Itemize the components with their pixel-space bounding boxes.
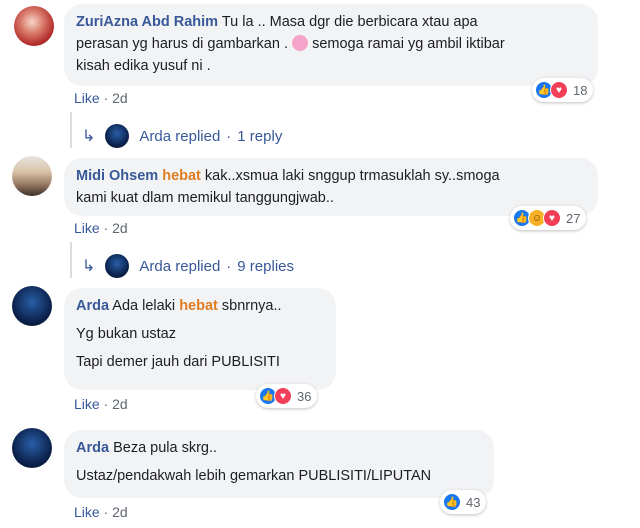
comment-text: kami kuat dlam memikul tanggungjwab..: [76, 190, 334, 206]
avatar[interactable]: [12, 286, 52, 326]
reply-count: 1 reply: [237, 127, 283, 145]
comment-text: Tapi demer jauh dari PUBLISITI: [76, 354, 280, 370]
avatar: [105, 124, 130, 148]
avatar[interactable]: [12, 156, 52, 196]
timestamp[interactable]: 2d: [112, 90, 128, 106]
comment-text: Yg bukan ustaz: [76, 326, 176, 342]
comment-author[interactable]: Midi Ohsem: [76, 168, 158, 184]
separator: ·: [103, 220, 109, 236]
avatar: [105, 254, 130, 278]
comment-text: Tu la .. Masa dgr die berbicara xtau apa: [221, 14, 478, 30]
view-replies-link[interactable]: ↳ Arda replied · 1 reply: [82, 124, 282, 148]
avatar[interactable]: [14, 6, 54, 46]
reaction-summary[interactable]: 👍 ♥ 18: [532, 78, 594, 102]
comment-text: Ada lelaki: [112, 298, 176, 314]
comment-author[interactable]: ZuriAzna Abd Rahim: [76, 14, 218, 30]
separator: ·: [103, 396, 109, 412]
reply-verb: replied: [175, 127, 221, 145]
comment-author[interactable]: Arda: [76, 440, 109, 456]
like-reaction-icon: 👍: [443, 493, 461, 511]
like-button[interactable]: Like: [74, 504, 100, 520]
reply-arrow-icon: ↳: [82, 128, 96, 145]
reaction-count: 36: [297, 388, 312, 404]
love-reaction-icon: ♥: [543, 209, 561, 227]
comment-text: Beza pula skrg..: [113, 440, 218, 456]
view-replies-link[interactable]: ↳ Arda replied · 9 replies: [82, 254, 294, 278]
like-button[interactable]: Like: [74, 90, 100, 106]
love-reaction-icon: ♥: [550, 81, 568, 99]
comment-author[interactable]: Arda: [76, 298, 109, 314]
like-button[interactable]: Like: [74, 396, 100, 412]
timestamp[interactable]: 2d: [112, 504, 128, 520]
comment-bubble: Arda Ada lelaki hebat sbnrnya.. Yg bukan…: [64, 288, 336, 390]
reaction-summary[interactable]: 👍 43: [440, 490, 487, 514]
reaction-summary[interactable]: 👍 ☺ ♥ 27: [510, 206, 587, 230]
reply-verb: replied: [175, 257, 221, 275]
comment-text: semoga ramai yg ambil iktibar: [312, 36, 505, 52]
love-reaction-icon: ♥: [274, 387, 292, 405]
highlight-word: hebat: [162, 168, 201, 184]
emoji-icon: [292, 35, 309, 51]
separator: ·: [103, 90, 109, 106]
thread-line: [70, 112, 72, 148]
like-button[interactable]: Like: [74, 220, 100, 236]
timestamp[interactable]: 2d: [112, 396, 128, 412]
reaction-count: 43: [466, 494, 481, 510]
avatar[interactable]: [12, 428, 52, 468]
highlight-word: hebat: [179, 298, 218, 314]
reaction-count: 18: [573, 82, 588, 98]
comment-text: sbnrnya..: [221, 298, 282, 314]
comment-bubble: ZuriAzna Abd Rahim Tu la .. Masa dgr die…: [64, 4, 598, 86]
reply-author: Arda: [139, 127, 172, 145]
reply-arrow-icon: ↳: [82, 258, 96, 275]
separator: ·: [103, 504, 109, 520]
comment-text: perasan yg harus di gambarkan .: [76, 36, 288, 52]
separator: ·: [226, 127, 232, 145]
thread-line: [70, 242, 72, 278]
comment-text: kisah edika yusuf ni .: [76, 58, 211, 74]
comment-actions: Like · 2d: [74, 220, 128, 236]
comment-actions: Like · 2d: [74, 90, 128, 106]
reaction-count: 27: [566, 210, 581, 226]
comment-actions: Like · 2d: [74, 396, 128, 412]
reply-author: Arda: [139, 257, 172, 275]
comment-actions: Like · 2d: [74, 504, 128, 520]
comment-text: Ustaz/pendakwah lebih gemarkan PUBLISITI…: [76, 468, 432, 484]
comment-bubble: Arda Beza pula skrg.. Ustaz/pendakwah le…: [64, 430, 494, 498]
comment-text: kak..xsmua laki snggup trmasuklah sy..sm…: [204, 168, 500, 184]
separator: ·: [226, 257, 232, 275]
timestamp[interactable]: 2d: [112, 220, 128, 236]
reply-count: 9 replies: [237, 257, 294, 275]
reaction-summary[interactable]: 👍 ♥ 36: [256, 384, 318, 408]
